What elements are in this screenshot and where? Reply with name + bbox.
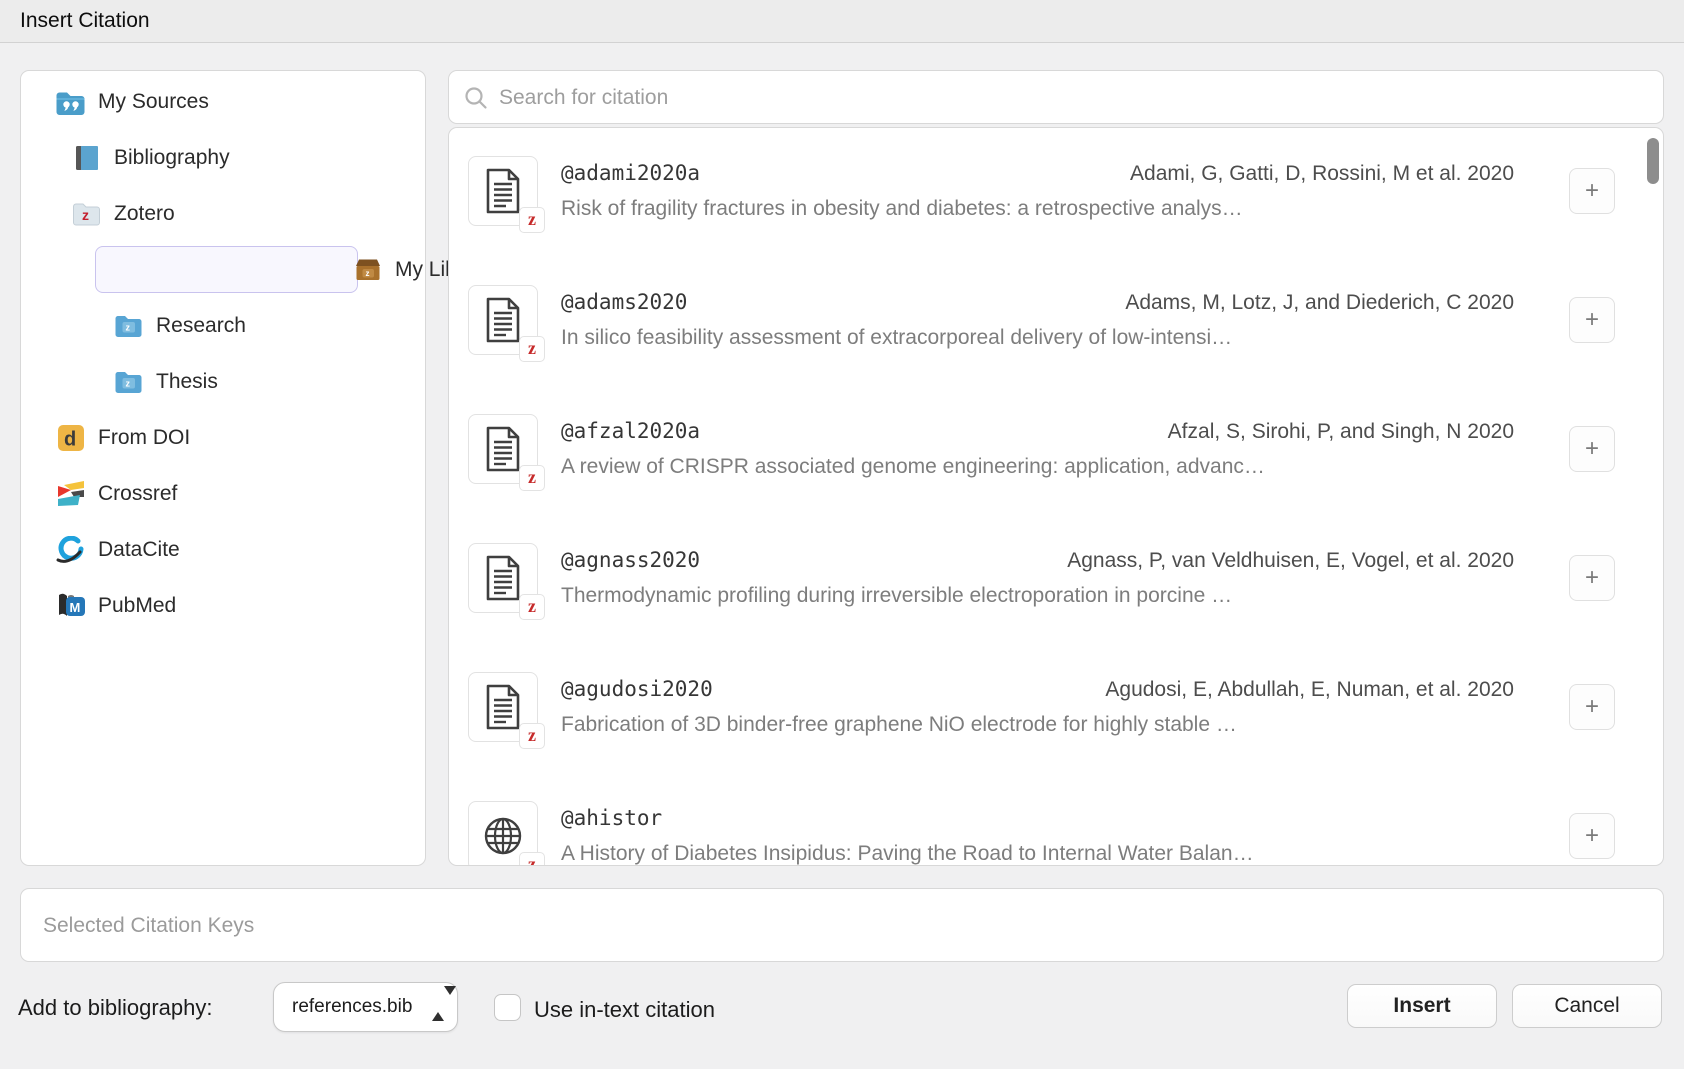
citation-title: Fabrication of 3D binder-free graphene N…	[561, 713, 1237, 737]
sidebar-item-my-library[interactable]: z My Library	[21, 247, 493, 293]
bibliography-file-select[interactable]: references.bib	[273, 982, 458, 1032]
sidebar-item-pubmed[interactable]: M PubMed	[21, 583, 459, 629]
citation-key: @agnass2020	[561, 548, 700, 572]
sources-folder-icon	[55, 88, 87, 116]
citation-authors: Afzal, S, Sirohi, P, and Singh, N 2020	[1168, 420, 1514, 444]
sidebar-item-label: My Sources	[98, 90, 209, 114]
add-citation-button[interactable]: +	[1569, 168, 1615, 214]
selected-keys-bar	[20, 888, 1664, 962]
search-bar	[448, 70, 1664, 124]
sidebar-item-label: Research	[156, 314, 246, 338]
zotero-folder-icon: z	[71, 200, 103, 228]
sidebar-item-label: From DOI	[98, 426, 190, 450]
add-citation-button[interactable]: +	[1569, 813, 1615, 859]
citation-authors: Adami, G, Gatti, D, Rossini, M et al. 20…	[1130, 162, 1514, 186]
use-intext-citation-label: Use in-text citation	[534, 997, 715, 1023]
document-icon: z	[468, 672, 538, 742]
svg-text:z: z	[126, 323, 131, 333]
zotero-badge-icon: z	[519, 723, 545, 749]
stepper-icon	[432, 995, 445, 1019]
sidebar-item-label: Crossref	[98, 482, 177, 506]
zotero-badge-icon: z	[519, 594, 545, 620]
citation-title: Risk of fragility fractures in obesity a…	[561, 197, 1243, 221]
citation-row[interactable]: z @ahistor A History of Diabetes Insipid…	[449, 801, 1664, 866]
add-citation-button[interactable]: +	[1569, 297, 1615, 343]
document-icon: z	[468, 285, 538, 355]
sidebar-item-from-doi[interactable]: d From DOI	[21, 415, 459, 461]
sidebar-item-label: PubMed	[98, 594, 176, 618]
citation-row[interactable]: z @afzal2020a Afzal, S, Sirohi, P, and S…	[449, 414, 1664, 484]
add-to-bibliography-label: Add to bibliography:	[18, 995, 212, 1021]
search-input[interactable]	[497, 71, 1651, 125]
citation-authors: Agnass, P, van Veldhuisen, E, Vogel, et …	[1067, 549, 1514, 573]
globe-icon: z	[468, 801, 538, 866]
svg-text:M: M	[70, 600, 81, 615]
sidebar-item-thesis[interactable]: z Thesis	[21, 359, 517, 405]
citation-row[interactable]: z @agudosi2020 Agudosi, E, Abdullah, E, …	[449, 672, 1664, 742]
zotero-badge-icon: z	[519, 207, 545, 233]
zotero-badge-icon: z	[519, 336, 545, 362]
crossref-icon	[55, 480, 87, 508]
selected-item-highlight	[95, 246, 358, 293]
insert-button[interactable]: Insert	[1347, 984, 1497, 1028]
citation-title: Thermodynamic profiling during irreversi…	[561, 584, 1232, 608]
doi-icon: d	[55, 424, 87, 452]
citation-title: In silico feasibility assessment of extr…	[561, 326, 1232, 350]
use-intext-citation-checkbox[interactable]	[494, 994, 521, 1021]
sidebar-item-label: Zotero	[114, 202, 175, 226]
datacite-icon	[55, 536, 87, 564]
svg-text:d: d	[64, 429, 76, 451]
cancel-button[interactable]: Cancel	[1512, 984, 1662, 1028]
sidebar-item-datacite[interactable]: DataCite	[21, 527, 459, 573]
zotero-badge-icon: z	[519, 852, 545, 866]
document-icon: z	[468, 543, 538, 613]
insert-citation-dialog: Insert Citation My Sources Bibl	[0, 0, 1684, 1069]
book-icon	[71, 144, 103, 172]
add-citation-button[interactable]: +	[1569, 555, 1615, 601]
svg-text:z: z	[365, 269, 369, 278]
citation-key: @afzal2020a	[561, 419, 700, 443]
citation-key: @adami2020a	[561, 161, 700, 185]
zotero-collection-icon: z	[113, 368, 145, 396]
bibliography-file-value: references.bib	[292, 983, 412, 1031]
search-icon	[463, 85, 489, 111]
citation-authors: Adams, M, Lotz, J, and Diederich, C 2020	[1125, 291, 1514, 315]
pubmed-icon: M	[55, 592, 87, 620]
sidebar-item-label: Thesis	[156, 370, 218, 394]
library-box-icon: z	[352, 256, 384, 284]
svg-text:z: z	[82, 207, 89, 223]
document-icon: z	[468, 414, 538, 484]
citation-key: @ahistor	[561, 806, 662, 830]
sources-sidebar: My Sources Bibliography z Zotero	[20, 70, 426, 866]
zotero-collection-icon: z	[113, 312, 145, 340]
citation-key: @adams2020	[561, 290, 687, 314]
sidebar-item-bibliography[interactable]: Bibliography	[21, 135, 475, 181]
citation-list: z @adami2020a Adami, G, Gatti, D, Rossin…	[448, 127, 1664, 866]
zotero-badge-icon: z	[519, 465, 545, 491]
citation-title: A History of Diabetes Insipidus: Paving …	[561, 842, 1254, 866]
dialog-title: Insert Citation	[20, 0, 150, 42]
title-bar: Insert Citation	[0, 0, 1684, 43]
citation-row[interactable]: z @adams2020 Adams, M, Lotz, J, and Died…	[449, 285, 1664, 355]
selected-citation-keys-input[interactable]	[41, 889, 1645, 963]
citation-authors: Agudosi, E, Abdullah, E, Numan, et al. 2…	[1105, 678, 1514, 702]
sidebar-item-my-sources[interactable]: My Sources	[21, 79, 459, 125]
add-citation-button[interactable]: +	[1569, 684, 1615, 730]
citation-title: A review of CRISPR associated genome eng…	[561, 455, 1265, 479]
citation-key: @agudosi2020	[561, 677, 713, 701]
citation-row[interactable]: z @adami2020a Adami, G, Gatti, D, Rossin…	[449, 156, 1664, 226]
add-citation-button[interactable]: +	[1569, 426, 1615, 472]
sidebar-item-zotero[interactable]: z Zotero	[21, 191, 475, 237]
sidebar-item-research[interactable]: z Research	[21, 303, 517, 349]
document-icon: z	[468, 156, 538, 226]
sidebar-item-label: Bibliography	[114, 146, 230, 170]
citation-row[interactable]: z @agnass2020 Agnass, P, van Veldhuisen,…	[449, 543, 1664, 613]
sidebar-item-label: DataCite	[98, 538, 180, 562]
svg-text:z: z	[126, 379, 131, 389]
sidebar-item-crossref[interactable]: Crossref	[21, 471, 459, 517]
